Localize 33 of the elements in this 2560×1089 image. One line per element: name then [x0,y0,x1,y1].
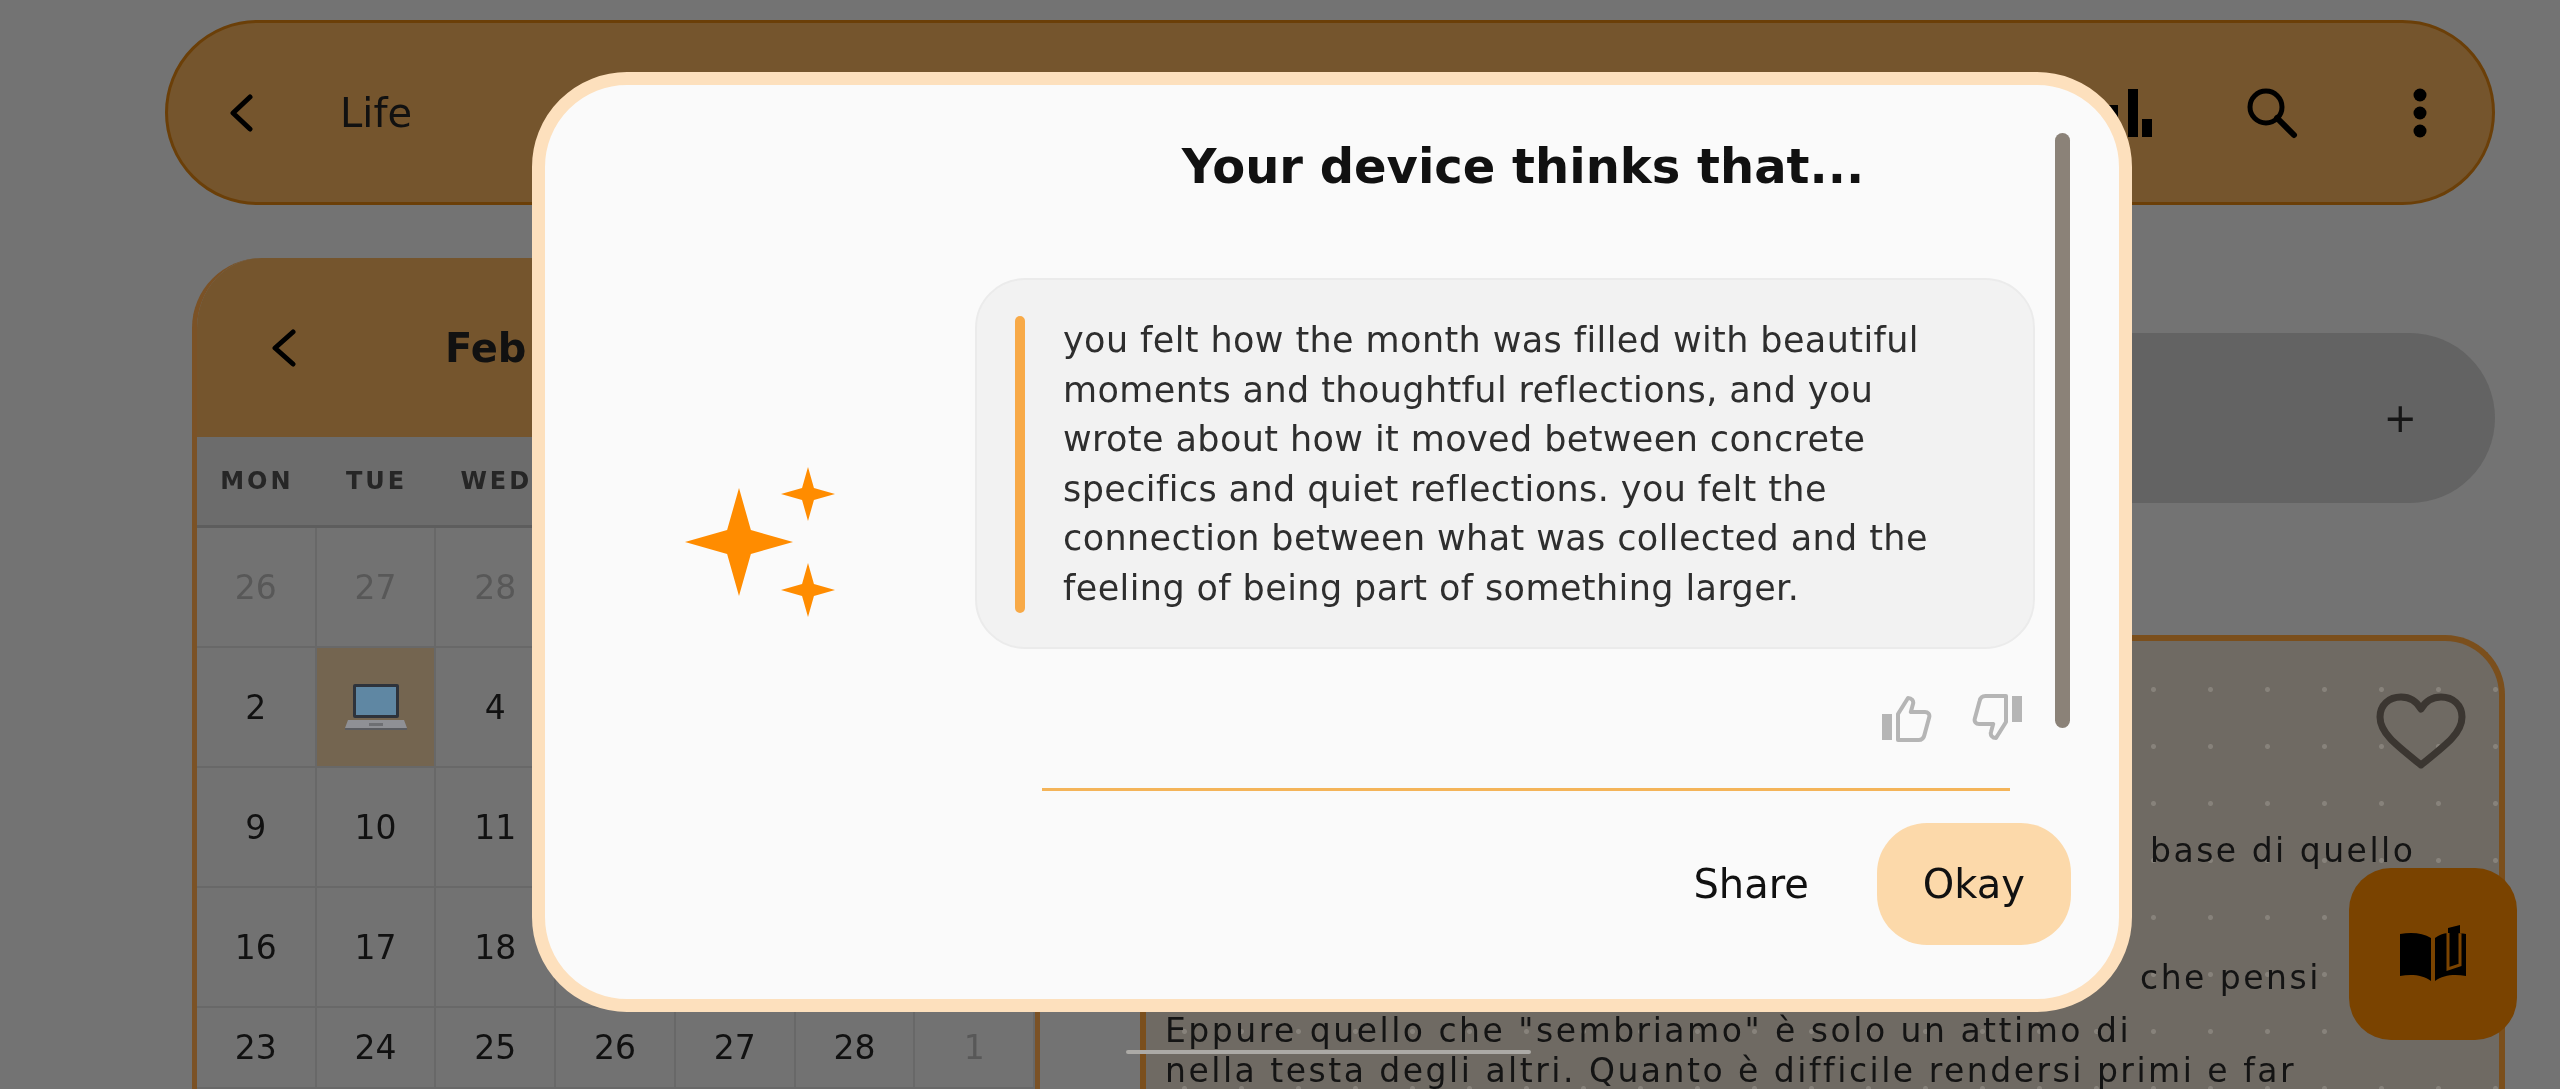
sparkles-icon [685,467,835,617]
page-title: Life [340,89,413,136]
heart-icon[interactable] [2376,693,2466,771]
entry-text-line: base di quello [2150,832,2416,869]
scrollbar-thumb[interactable] [2055,133,2070,728]
calendar-day[interactable]: 24 [316,1008,437,1089]
book-icon [2398,925,2468,983]
thumbs-up-icon[interactable] [1880,694,1932,742]
okay-button[interactable]: Okay [1876,823,2071,945]
message-text: you felt how the month was filled with beautiful moments and thoughtful reflections, and you wrote about how it moved between concrete specifics and quiet reflections. you felt the connection between what was collected and the feeling of being part of something larger. [1063,319,1929,610]
calendar-day[interactable]: 25 [436,1008,557,1089]
chevron-left-icon[interactable] [269,328,297,367]
share-button[interactable]: Share [1669,823,1833,945]
weekday-label: TUE [345,467,408,495]
laptop-icon [344,684,407,730]
month-title: Feb [445,324,527,371]
weekday-label: MON [220,467,294,495]
back-icon[interactable] [228,93,254,132]
calendar-day[interactable]: 23 [197,1008,317,1089]
entry-text-line: nella testa degli altri. Quanto è difficile rendersi primi e far [1165,1055,2297,1089]
entry-text-line: che pensi [2140,959,2321,996]
thumbs-down-icon[interactable] [1972,694,2024,742]
calendar-day[interactable]: 16 [197,888,317,1008]
entry-text-line: Eppure quello che "sembriamo" è solo un attimo di [1165,1012,2132,1049]
calendar-day[interactable]: 17 [316,888,437,1008]
more-icon[interactable] [2413,87,2427,138]
calendar-day[interactable]: 9 [197,768,317,888]
weekday-label: WED [460,467,533,495]
calendar-day[interactable]: 10 [316,768,437,888]
calendar-day[interactable] [316,648,437,768]
search-icon[interactable] [2246,86,2298,139]
dialog-title: Your device thinks that... [1181,137,1865,196]
book-button[interactable] [2349,868,2517,1040]
